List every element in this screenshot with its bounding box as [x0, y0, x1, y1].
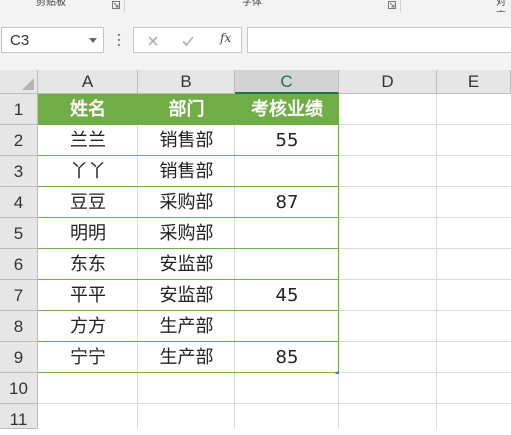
- select-all-triangle-icon: [22, 78, 34, 90]
- table-cell-performance[interactable]: 55: [235, 125, 339, 156]
- gridline: [38, 403, 511, 404]
- table-cell-department[interactable]: 采购部: [138, 218, 235, 249]
- table-cell-performance[interactable]: [235, 156, 339, 187]
- row-header-9[interactable]: 9: [0, 342, 38, 373]
- font-dialog-launcher-icon[interactable]: [388, 1, 396, 9]
- ribbon-separator: [124, 0, 125, 12]
- formula-input[interactable]: [247, 27, 511, 53]
- table-header-department[interactable]: 部门: [138, 94, 235, 125]
- table-border: [38, 310, 339, 311]
- column-header-c[interactable]: C: [235, 70, 339, 94]
- row-header-1[interactable]: 1: [0, 94, 38, 125]
- select-all-button[interactable]: [0, 70, 38, 94]
- row-header-7[interactable]: 7: [0, 280, 38, 311]
- row-header-3[interactable]: 3: [0, 156, 38, 187]
- table-header-performance[interactable]: 考核业绩: [235, 94, 339, 125]
- gridline: [436, 94, 437, 429]
- chevron-down-icon[interactable]: [89, 38, 97, 44]
- table-cell-name[interactable]: 丫丫: [38, 156, 138, 187]
- table-cell-name[interactable]: 明明: [38, 218, 138, 249]
- table-cell-department[interactable]: 生产部: [138, 342, 235, 373]
- cancel-icon[interactable]: [145, 33, 161, 49]
- ribbon-group-clipboard: 剪贴板: [36, 0, 66, 8]
- name-box[interactable]: C3: [1, 27, 104, 53]
- row-header-10[interactable]: 10: [0, 373, 38, 404]
- table-resize-handle-icon[interactable]: [335, 370, 339, 374]
- table-border: [38, 186, 339, 187]
- table-border: [38, 155, 339, 156]
- table-cell-name[interactable]: 豆豆: [38, 187, 138, 218]
- table-border: [38, 372, 339, 373]
- row-header-11[interactable]: 11: [0, 404, 38, 429]
- column-header-e[interactable]: E: [437, 70, 511, 94]
- ribbon-group-font: 字体: [242, 0, 262, 8]
- table-cell-performance[interactable]: [235, 311, 339, 342]
- row-header-6[interactable]: 6: [0, 249, 38, 280]
- column-header-b[interactable]: B: [138, 70, 235, 94]
- row-header-4[interactable]: 4: [0, 187, 38, 218]
- column-header-d[interactable]: D: [339, 70, 437, 94]
- row-header-5[interactable]: 5: [0, 218, 38, 249]
- row-header-2[interactable]: 2: [0, 125, 38, 156]
- table-cell-name[interactable]: 东东: [38, 249, 138, 280]
- insert-function-button[interactable]: fx: [220, 31, 231, 45]
- formula-buttons: fx: [133, 27, 242, 53]
- table-cell-name[interactable]: 宁宁: [38, 342, 138, 373]
- table-cell-performance[interactable]: 85: [235, 342, 339, 373]
- more-options-icon[interactable]: [116, 32, 122, 48]
- table-cell-department[interactable]: 安监部: [138, 280, 235, 311]
- row-header-8[interactable]: 8: [0, 311, 38, 342]
- column-header-a[interactable]: A: [38, 70, 138, 94]
- table-cell-name[interactable]: 方方: [38, 311, 138, 342]
- table-cell-name[interactable]: 平平: [38, 280, 138, 311]
- table-cell-department[interactable]: 安监部: [138, 249, 235, 280]
- name-box-value: C3: [10, 32, 30, 49]
- table-cell-performance[interactable]: 87: [235, 187, 339, 218]
- table-cell-department[interactable]: 销售部: [138, 125, 235, 156]
- table-border: [338, 94, 339, 373]
- enter-check-icon[interactable]: [180, 33, 196, 49]
- table-cell-performance[interactable]: 45: [235, 280, 339, 311]
- table-header-name[interactable]: 姓名: [38, 94, 138, 125]
- table-cell-name[interactable]: 兰兰: [38, 125, 138, 156]
- clipboard-dialog-launcher-icon[interactable]: [112, 1, 120, 9]
- table-cell-department[interactable]: 销售部: [138, 156, 235, 187]
- table-border: [38, 279, 339, 280]
- table-border: [38, 217, 339, 218]
- formula-bar: C3 fx: [0, 12, 511, 70]
- table-cell-performance[interactable]: [235, 249, 339, 280]
- table-border: [38, 248, 339, 249]
- table-cell-department[interactable]: 采购部: [138, 187, 235, 218]
- ribbon-separator: [400, 0, 401, 12]
- table-cell-performance[interactable]: [235, 218, 339, 249]
- table-border: [38, 341, 339, 342]
- table-cell-department[interactable]: 生产部: [138, 311, 235, 342]
